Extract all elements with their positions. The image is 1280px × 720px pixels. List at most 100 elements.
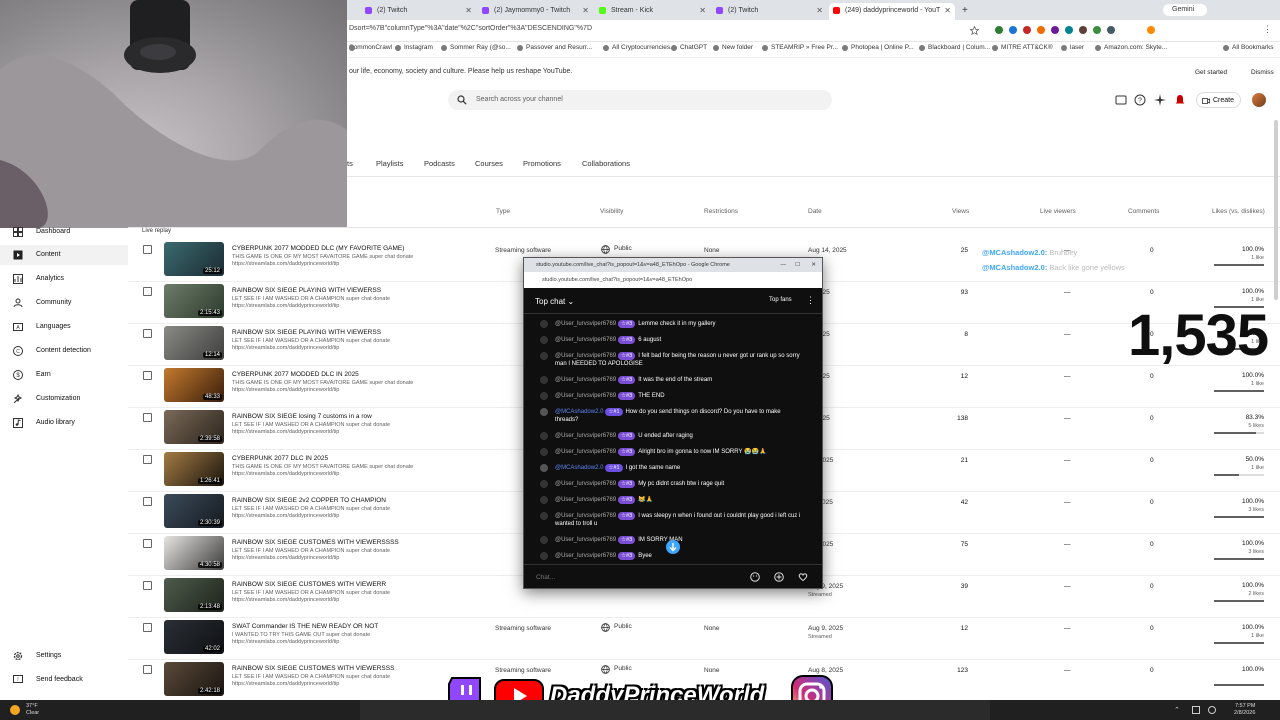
row-checkbox[interactable] (143, 287, 152, 296)
video-title[interactable]: RAINBOW SIX SIEGE CUSTOMES WITH VIEWERSS… (232, 539, 399, 546)
tab-collaborations[interactable]: Collaborations (582, 159, 630, 168)
bookmark-item[interactable]: CommonCrawl (349, 44, 392, 51)
video-thumbnail[interactable]: 2:13:48 (164, 578, 224, 612)
extension-icon[interactable] (1023, 26, 1031, 34)
visibility-dropdown[interactable]: Public (601, 245, 632, 254)
sidebar-item-earn[interactable]: $ Earn (0, 365, 128, 385)
bookmark-item[interactable]: Photopea | Online P... (842, 44, 914, 51)
popout-url-bar[interactable]: studio.youtube.com/live_chat?is_popout=1… (524, 272, 822, 288)
new-tab-button[interactable]: + (959, 3, 973, 20)
column-date[interactable]: Date (808, 208, 822, 215)
video-thumbnail[interactable]: 2:30:39 (164, 494, 224, 528)
weather-icon[interactable] (10, 705, 20, 715)
extension-icon[interactable] (1107, 26, 1115, 34)
channel-search[interactable]: Search across your channel (448, 90, 832, 110)
chat-username[interactable]: @User_lurvsviper6769 (555, 449, 616, 455)
bookmark-item[interactable]: New folder (713, 44, 753, 51)
chat-username[interactable]: @User_lurvsviper6769 (555, 553, 616, 559)
chat-username[interactable]: @User_lurvsviper6769 (555, 321, 616, 327)
bookmark-item[interactable]: Amazon.com: Skyte... (1095, 44, 1167, 51)
extension-icon[interactable] (1009, 26, 1017, 34)
row-checkbox[interactable] (143, 623, 152, 632)
dismiss-button[interactable]: Dismiss (1245, 66, 1280, 80)
video-title[interactable]: RAINBOW SIX SIEGE PLAYING WITH VIEWERSS (232, 329, 381, 336)
video-title[interactable]: CYBERPUNK 2077 MODDED DLC IN 2025 (232, 371, 359, 378)
bookmark-item[interactable]: All Cryptocurrencies... (603, 44, 676, 51)
extension-icon[interactable] (1079, 26, 1087, 34)
visibility-dropdown[interactable]: Public (601, 665, 632, 674)
column-live-viewers[interactable]: Live viewers (1040, 208, 1076, 215)
visibility-dropdown[interactable]: Public (601, 623, 632, 632)
heart-icon[interactable] (798, 572, 808, 582)
create-button[interactable]: Create (1196, 92, 1242, 108)
row-checkbox[interactable] (143, 539, 152, 548)
row-checkbox[interactable] (143, 329, 152, 338)
video-thumbnail[interactable]: 2:42:18 (164, 662, 224, 696)
row-checkbox[interactable] (143, 413, 152, 422)
tab-podcasts[interactable]: Podcasts (424, 159, 455, 168)
video-title[interactable]: SWAT Commander IS THE NEW READY OR NOT (232, 623, 378, 630)
top-fans-button[interactable]: Top fans (760, 297, 792, 303)
row-checkbox[interactable] (143, 665, 152, 674)
video-title[interactable]: RAINBOW SIX SIEGE CUSTOMES WITH VIEWERSS… (232, 665, 394, 672)
video-thumbnail[interactable]: 4:30:58 (164, 536, 224, 570)
bookmark-item[interactable]: STEAMRIP » Free Pr... (762, 44, 838, 51)
close-tab-icon[interactable]: ✕ (465, 3, 472, 18)
address-bar[interactable]: Dsort=%7B"columnType"%3A"date"%2C"sortOr… (347, 20, 1280, 42)
sidebar-item-audio-library[interactable]: Audio library (0, 413, 128, 433)
captions-icon[interactable] (1115, 94, 1127, 106)
sidebar-item-community[interactable]: Community (0, 293, 128, 313)
extension-icon[interactable] (995, 26, 1003, 34)
row-checkbox[interactable] (143, 455, 152, 464)
chat-username[interactable]: @User_lurvsviper6769 (555, 337, 616, 343)
column-visibility[interactable]: Visibility (600, 208, 623, 215)
close-tab-icon[interactable]: ✕ (944, 3, 951, 18)
profile-icon[interactable] (1147, 26, 1155, 34)
network-icon[interactable] (1192, 706, 1200, 714)
video-title[interactable]: RAINBOW SIX SIEGE PLAYING WITH VIEWERSS (232, 287, 381, 294)
browser-tab[interactable]: (2) Jaymommy0 - Twitch ✕ (478, 3, 593, 20)
tab-playlists[interactable]: Playlists (376, 159, 404, 168)
add-icon[interactable] (774, 572, 784, 582)
chat-username[interactable]: @User_lurvsviper6769 (555, 353, 616, 359)
video-thumbnail[interactable]: 1:26:41 (164, 452, 224, 486)
video-thumbnail[interactable]: 2:39:58 (164, 410, 224, 444)
close-window-button[interactable]: ✕ (811, 258, 816, 272)
sidebar-item-customization[interactable]: Customization (0, 389, 128, 409)
maximize-button[interactable]: ☐ (795, 258, 800, 272)
bookmark-item[interactable]: Passover and Resurr... (517, 44, 592, 51)
column-type[interactable]: Type (496, 208, 510, 215)
tab-courses[interactable]: Courses (475, 159, 503, 168)
video-title[interactable]: RAINBOW SIX SIEGE losing 7 customs in a … (232, 413, 372, 420)
help-icon[interactable]: ? (1134, 94, 1146, 106)
get-started-button[interactable]: Get started (1189, 66, 1233, 80)
minimize-button[interactable]: — (781, 258, 787, 272)
extension-icon[interactable] (1051, 26, 1059, 34)
chat-username[interactable]: @MCAshadow2.0 (555, 409, 603, 415)
star-icon[interactable] (970, 26, 979, 35)
avatar[interactable] (1252, 93, 1266, 107)
column-views[interactable]: Views (952, 208, 969, 215)
chat-username[interactable]: @User_lurvsviper6769 (555, 497, 616, 503)
sidebar-item-dashboard[interactable]: Dashboard (0, 222, 128, 242)
video-thumbnail[interactable]: 25:12 (164, 242, 224, 276)
system-clock[interactable]: 7:57 PM 2/8/2026 (1234, 703, 1255, 717)
bookmark-item[interactable]: ChatGPT (671, 44, 707, 51)
browser-tab[interactable]: Stream - Kick ✕ (595, 3, 710, 20)
chat-username[interactable]: @User_lurvsviper6769 (555, 513, 616, 519)
extension-icon[interactable] (1065, 26, 1073, 34)
sidebar-item-analytics[interactable]: Analytics (0, 269, 128, 289)
close-tab-icon[interactable]: ✕ (582, 3, 589, 18)
column-restrictions[interactable]: Restrictions (704, 208, 738, 215)
chat-input[interactable] (536, 571, 746, 583)
bookmark-item[interactable]: Blackboard | Colum... (919, 44, 990, 51)
row-checkbox[interactable] (143, 581, 152, 590)
tab-posts[interactable]: ts (347, 159, 353, 168)
row-checkbox[interactable] (143, 371, 152, 380)
video-title[interactable]: CYBERPUNK 2077 DLC IN 2025 (232, 455, 328, 462)
sidebar-item-content-detection[interactable]: C Content detection (0, 341, 128, 361)
bookmark-item[interactable]: laser (1061, 44, 1084, 51)
scroll-down-button[interactable] (666, 540, 680, 554)
column-comments[interactable]: Comments (1128, 208, 1159, 215)
extension-icon[interactable] (1037, 26, 1045, 34)
